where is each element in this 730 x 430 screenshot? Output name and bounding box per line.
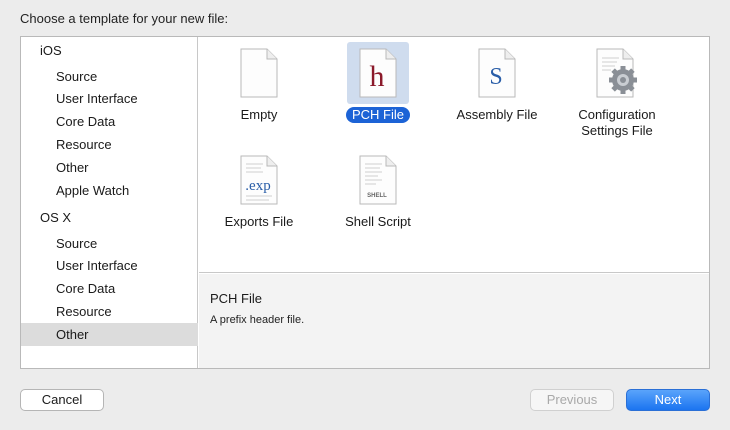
sidebar-group-osx[interactable]: OS X (21, 206, 198, 229)
shell-script-icon: SHELL (347, 149, 409, 211)
sidebar-item-label: Source (56, 236, 98, 251)
sidebar-item-label: Other (56, 160, 89, 175)
sidebar-item-ios-resource[interactable]: Resource (21, 133, 198, 156)
assembly-glyph: S (489, 64, 502, 90)
category-sidebar: iOS Source User Interface Core Data Reso… (21, 37, 198, 368)
template-grid: Empty h PCH File S Assembly File Configu… (199, 37, 709, 273)
sidebar-item-ios-core-data[interactable]: Core Data (21, 110, 198, 133)
sidebar-group-ios[interactable]: iOS (21, 39, 198, 62)
sidebar-item-label: Core Data (56, 281, 116, 296)
template-tile-pch-file[interactable]: h PCH File (318, 42, 438, 123)
detail-description: A prefix header file. (210, 314, 305, 326)
sidebar-item-ios-source[interactable]: Source (21, 65, 198, 88)
template-tile-assembly-file[interactable]: S Assembly File (437, 42, 557, 123)
sidebar-item-label: Core Data (56, 114, 116, 129)
next-button[interactable]: Next (626, 389, 710, 411)
assembly-file-icon: S (466, 42, 528, 104)
sidebar-item-osx-core-data[interactable]: Core Data (21, 277, 198, 300)
empty-file-icon (228, 42, 290, 104)
shell-glyph: SHELL (367, 193, 387, 199)
template-area: Empty h PCH File S Assembly File Configu… (199, 37, 709, 368)
template-label: Configuration Settings File (578, 107, 656, 138)
sidebar-item-ios-apple-watch[interactable]: Apple Watch (21, 179, 198, 202)
sidebar-item-ios-user-interface[interactable]: User Interface (21, 87, 198, 110)
template-tile-exports-file[interactable]: .exp Exports File (199, 149, 319, 230)
sidebar-item-label: User Interface (56, 258, 138, 273)
sidebar-item-label: User Interface (56, 91, 138, 106)
template-label: PCH File (345, 107, 410, 123)
template-tile-empty[interactable]: Empty (199, 42, 319, 123)
template-tile-shell-script[interactable]: SHELL Shell Script (318, 149, 438, 230)
template-label: Assembly File (456, 107, 538, 122)
sidebar-item-label: iOS (40, 43, 62, 58)
cancel-button[interactable]: Cancel (20, 389, 104, 411)
sidebar-item-osx-resource[interactable]: Resource (21, 300, 198, 323)
exports-glyph: .exp (245, 178, 270, 194)
sidebar-item-osx-user-interface[interactable]: User Interface (21, 254, 198, 277)
sidebar-item-osx-other[interactable]: Other (21, 323, 198, 346)
template-detail-pane: PCH File A prefix header file. (199, 274, 709, 368)
sidebar-item-osx-source[interactable]: Source (21, 232, 198, 255)
pch-file-icon: h (347, 42, 409, 104)
template-label: Shell Script (345, 214, 411, 229)
exports-file-icon: .exp (228, 149, 290, 211)
sidebar-item-label: Resource (56, 137, 112, 152)
template-label: Empty (240, 107, 278, 122)
detail-title: PCH File (210, 291, 263, 306)
template-tile-configuration-settings-file[interactable]: Configuration Settings File (557, 42, 677, 139)
previous-button[interactable]: Previous (530, 389, 614, 411)
sidebar-item-label: Source (56, 69, 98, 84)
dialog-heading: Choose a template for your new file: (20, 11, 229, 26)
gear-file-icon (586, 42, 648, 104)
sidebar-item-ios-other[interactable]: Other (21, 156, 198, 179)
sidebar-item-label: Apple Watch (56, 183, 130, 198)
template-chooser-panel: iOS Source User Interface Core Data Reso… (20, 36, 710, 369)
sidebar-item-label: Other (56, 327, 89, 342)
sidebar-item-label: OS X (40, 210, 72, 225)
pch-glyph: h (370, 60, 385, 93)
template-label: Exports File (224, 214, 294, 229)
sidebar-item-label: Resource (56, 304, 112, 319)
